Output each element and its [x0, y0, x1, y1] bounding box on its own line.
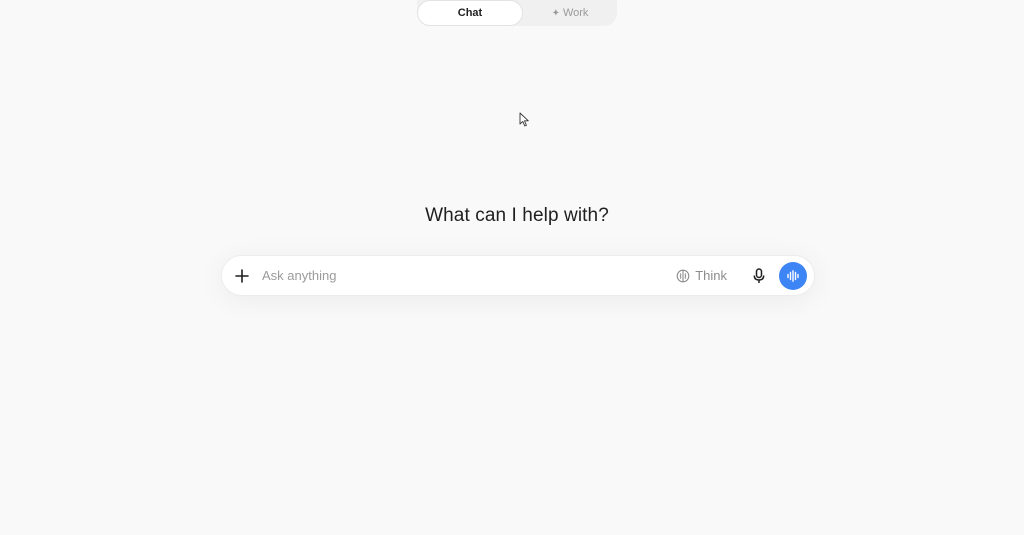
sparkle-icon: ✦ [551, 7, 560, 19]
page-title: What can I help with? [425, 205, 609, 226]
page: Chat ✦ Work What can I help with? Think [0, 0, 1024, 535]
mode-toggle: Chat ✦ Work [417, 0, 617, 26]
think-button[interactable]: Think [670, 262, 733, 290]
attach-button[interactable] [222, 256, 262, 296]
mouse-cursor-icon [519, 112, 529, 127]
brain-icon [676, 269, 690, 282]
tab-chat-label: Chat [457, 7, 483, 19]
tab-chat[interactable]: Chat [417, 0, 523, 26]
tab-work-label: Work [562, 7, 589, 19]
plus-icon [235, 268, 249, 283]
voice-waveform-icon [787, 269, 799, 282]
composer: Think [221, 255, 815, 296]
microphone-button[interactable] [745, 262, 773, 290]
ask-input[interactable] [262, 260, 671, 291]
tab-work[interactable]: ✦ Work [523, 0, 617, 26]
think-label: Think [695, 268, 727, 283]
voice-mode-button[interactable] [779, 261, 807, 290]
microphone-icon [753, 267, 765, 283]
